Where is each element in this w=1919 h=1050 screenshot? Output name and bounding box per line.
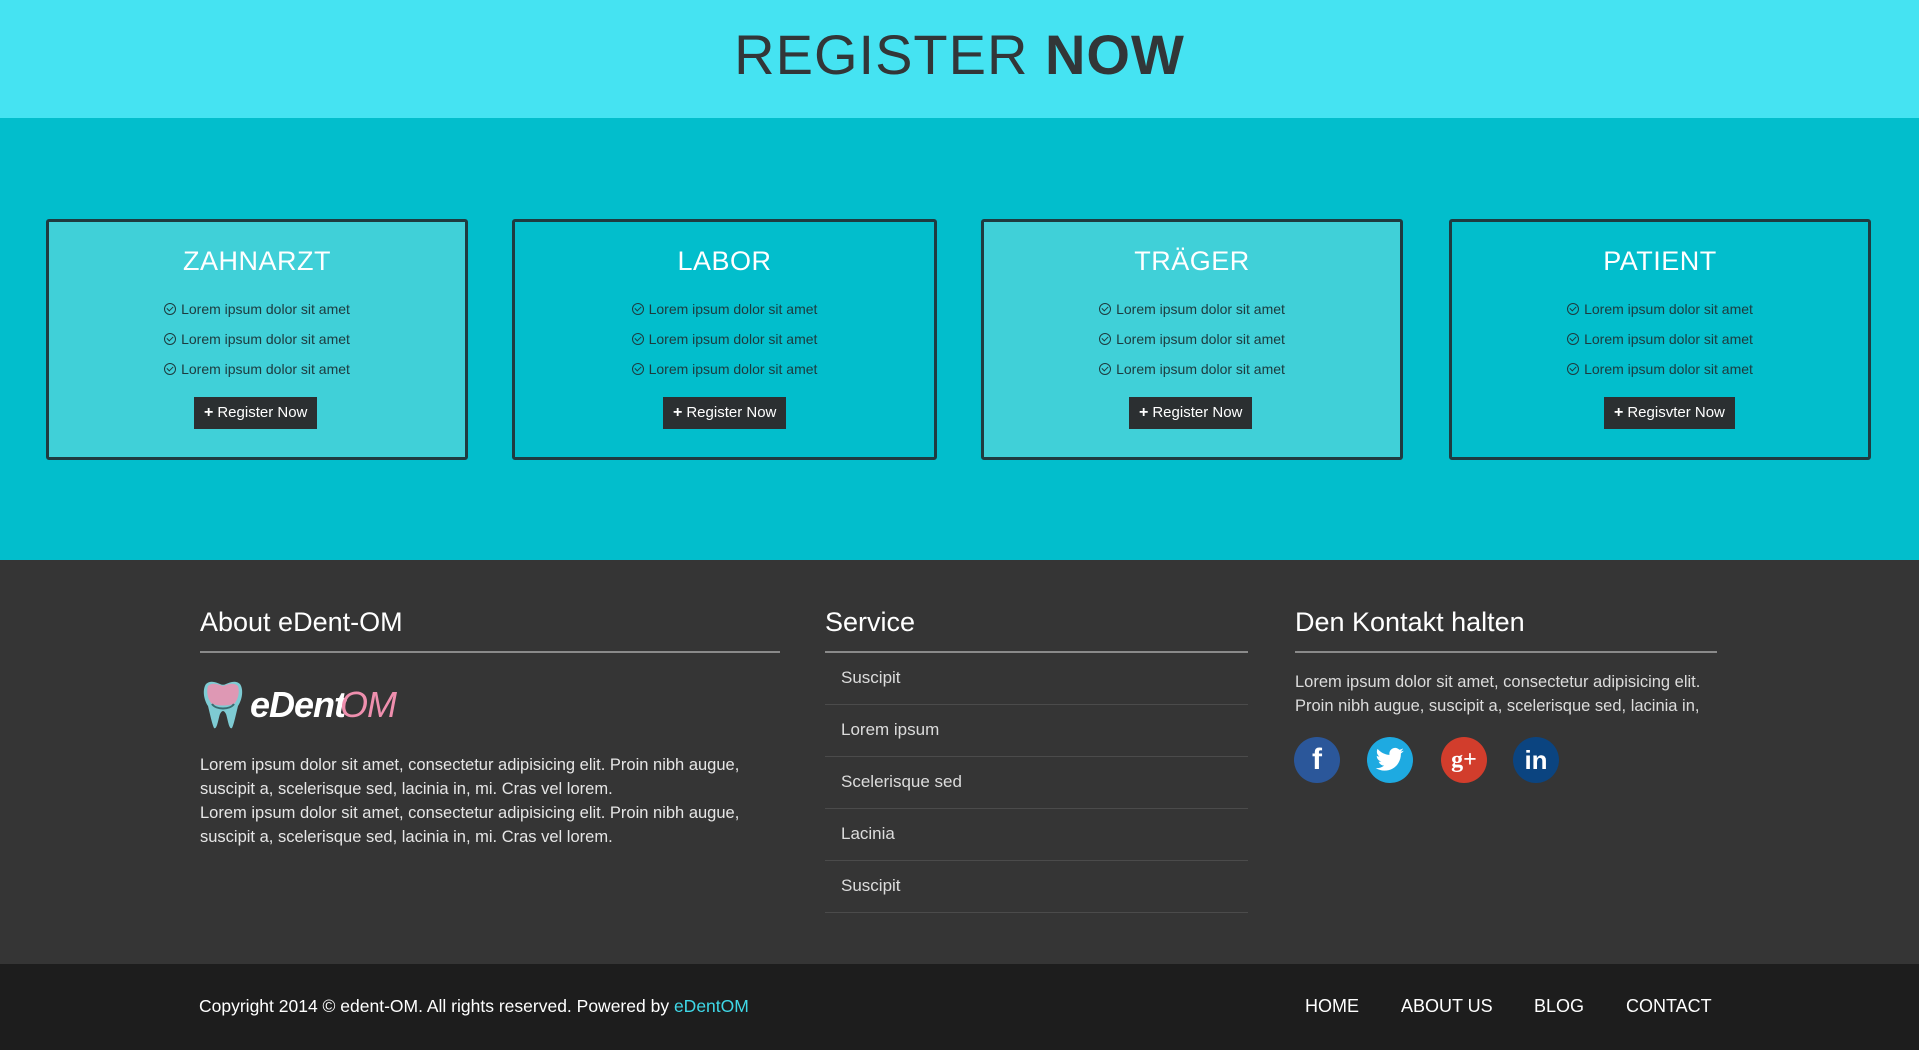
card-title: PATIENT [1603,246,1717,276]
about-paragraph: Lorem ipsum dolor sit amet, consectetur … [200,756,740,798]
list-item: Lorem ipsum dolor sit amet [1452,324,1868,354]
feature-text: Lorem ipsum dolor sit amet [1584,361,1753,377]
about-text: Lorem ipsum dolor sit amet, consectetur … [200,753,790,849]
service-link[interactable]: Lacinia [825,809,1248,861]
feature-text: Lorem ipsum dolor sit amet [181,301,350,317]
register-button-zahnarzt[interactable]: + Register Now [194,397,318,429]
card-feature-list: Lorem ipsum dolor sit amet Lorem ipsum d… [984,294,1400,384]
copyright-text: Copyright 2014 © edent-OM. All rights re… [199,996,670,1016]
page-title: REGISTER NOW [0,22,1919,87]
list-item: Lorem ipsum dolor sit amet [1452,354,1868,384]
button-label: Register Now [1152,404,1243,421]
edentom-logo[interactable]: eDent OM [200,676,400,736]
feature-text: Lorem ipsum dolor sit amet [648,331,818,347]
list-item: Lorem ipsum dolor sit amet [515,294,934,324]
about-paragraph: Lorem ipsum dolor sit amet, consectetur … [200,804,740,846]
register-button-labor[interactable]: + Register Now [663,397,787,429]
twitter-icon[interactable] [1367,737,1413,783]
google-plus-icon[interactable]: g+ [1441,737,1487,783]
twitter-bird-glyph [1375,747,1404,771]
contact-text: Lorem ipsum dolor sit amet, consectetur … [1295,673,1701,715]
check-circle-icon [631,333,644,345]
title-thin: REGISTER [734,23,1029,86]
list-item: Lorem ipsum dolor sit amet [984,354,1400,384]
list-item: Lorem ipsum dolor sit amet [984,294,1400,324]
copyright: Copyright 2014 © edent-OM. All rights re… [199,996,749,1017]
card-patient: PATIENT Lorem ipsum dolor sit amet Lorem… [1449,219,1871,460]
title-bold: NOW [1044,23,1185,86]
list-item: Lorem ipsum dolor sit amet [49,324,465,354]
plus-icon: + [1614,404,1624,421]
plus-icon: + [1139,404,1149,421]
feature-text: Lorem ipsum dolor sit amet [181,331,350,347]
plus-icon: + [673,404,683,421]
check-circle-icon [1567,363,1580,375]
google-plus-glyph: g+ [1451,746,1477,773]
card-title: ZAHNARZT [183,246,331,276]
about-heading: About eDent-OM [200,607,403,637]
feature-text: Lorem ipsum dolor sit amet [1116,331,1285,347]
card-title: LABOR [677,246,772,276]
service-link[interactable]: Suscipit [825,861,1248,913]
feature-text: Lorem ipsum dolor sit amet [1116,301,1285,317]
check-circle-icon [164,333,177,345]
card-zahnarzt: ZAHNARZT Lorem ipsum dolor sit amet Lore… [46,219,468,460]
card-feature-list: Lorem ipsum dolor sit amet Lorem ipsum d… [1452,294,1868,384]
check-circle-icon [631,363,644,375]
card-feature-list: Lorem ipsum dolor sit amet Lorem ipsum d… [515,294,934,384]
list-item: Lorem ipsum dolor sit amet [515,324,934,354]
facebook-icon[interactable]: f [1294,737,1340,783]
list-item: Lorem ipsum dolor sit amet [1452,294,1868,324]
nav-home[interactable]: HOME [1305,996,1359,1017]
button-label: Regisvter Now [1627,404,1725,421]
card-traeger: TRÄGER Lorem ipsum dolor sit amet Lorem … [981,219,1403,460]
nav-about-us[interactable]: ABOUT US [1401,996,1493,1017]
feature-text: Lorem ipsum dolor sit amet [1116,361,1285,377]
feature-text: Lorem ipsum dolor sit amet [181,361,350,377]
check-circle-icon [1099,303,1112,315]
button-label: Register Now [686,404,777,421]
feature-text: Lorem ipsum dolor sit amet [648,301,818,317]
plus-icon: + [204,404,214,421]
nav-blog[interactable]: BLOG [1534,996,1584,1017]
register-button-patient[interactable]: + Regisvter Now [1604,397,1735,429]
logo-text-light: OM [340,684,397,725]
check-circle-icon [631,303,644,315]
card-labor: LABOR Lorem ipsum dolor sit amet Lorem i… [512,219,937,460]
list-item: Lorem ipsum dolor sit amet [515,354,934,384]
service-link[interactable]: Lorem ipsum [825,705,1248,757]
list-item: Lorem ipsum dolor sit amet [49,294,465,324]
service-list: Suscipit Lorem ipsum Scelerisque sed Lac… [825,653,1248,913]
card-feature-list: Lorem ipsum dolor sit amet Lorem ipsum d… [49,294,465,384]
feature-text: Lorem ipsum dolor sit amet [1584,301,1753,317]
service-link[interactable]: Scelerisque sed [825,757,1248,809]
list-item: Lorem ipsum dolor sit amet [984,324,1400,354]
check-circle-icon [1099,333,1112,345]
facebook-glyph: f [1312,743,1322,776]
about-divider [200,651,780,653]
contact-heading: Den Kontakt halten [1295,607,1525,637]
service-link[interactable]: Suscipit [825,653,1248,705]
contact-divider [1295,651,1717,653]
check-circle-icon [1099,363,1112,375]
card-title: TRÄGER [1134,246,1250,276]
list-item: Lorem ipsum dolor sit amet [49,354,465,384]
powered-by-link[interactable]: eDentOM [674,996,749,1016]
nav-contact[interactable]: CONTACT [1626,996,1712,1017]
register-button-traeger[interactable]: + Register Now [1129,397,1253,429]
logo-text-bold: eDent [250,684,346,725]
check-circle-icon [164,303,177,315]
linkedin-icon[interactable]: in [1513,737,1559,783]
service-heading: Service [825,607,916,637]
linkedin-glyph: in [1524,744,1548,775]
feature-text: Lorem ipsum dolor sit amet [648,361,818,377]
check-circle-icon [1567,333,1580,345]
feature-text: Lorem ipsum dolor sit amet [1584,331,1753,347]
check-circle-icon [1567,303,1580,315]
check-circle-icon [164,363,177,375]
button-label: Register Now [217,404,308,421]
